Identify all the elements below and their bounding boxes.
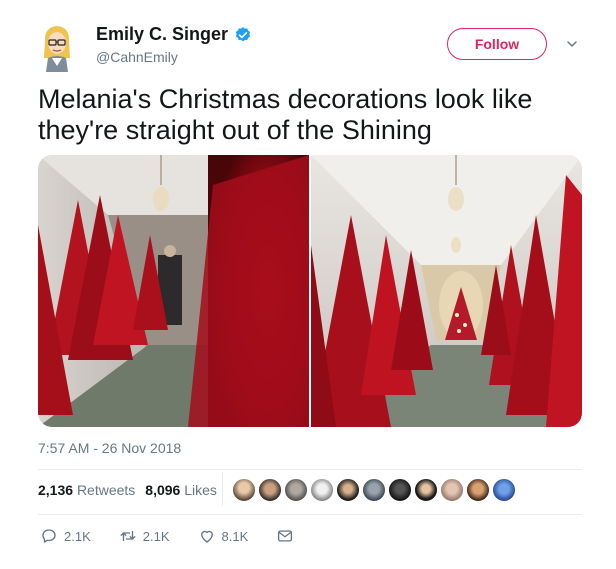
likes-stat[interactable]: 8,096 Likes (145, 482, 217, 498)
liker-avatar[interactable] (362, 478, 386, 502)
reply-count: 2.1K (64, 528, 91, 544)
author-name[interactable]: Emily C. Singer (96, 24, 228, 45)
avatar[interactable] (36, 22, 78, 72)
liker-avatar[interactable] (310, 478, 334, 502)
tweet-timestamp[interactable]: 7:57 AM - 26 Nov 2018 (38, 440, 181, 456)
author-handle[interactable]: @CahnEmily (96, 49, 178, 65)
message-icon[interactable] (276, 527, 294, 545)
liker-avatar[interactable] (232, 478, 256, 502)
retweet-count: 2.1K (142, 528, 170, 544)
engagement-stats: 2,136 Retweets 8,096 Likes (38, 482, 217, 498)
liker-avatar[interactable] (388, 478, 412, 502)
like-icon[interactable] (198, 527, 216, 545)
liker-avatar[interactable] (466, 478, 490, 502)
author-name-row[interactable]: Emily C. Singer (96, 24, 252, 45)
stats-separator (222, 472, 223, 506)
tweet-text: Melania's Christmas decorations look lik… (38, 84, 533, 145)
divider (38, 514, 582, 515)
liker-avatar[interactable] (258, 478, 282, 502)
reply-action[interactable]: 2.1K (40, 527, 91, 545)
liker-avatars[interactable] (232, 478, 516, 502)
chevron-down-icon[interactable] (566, 38, 578, 50)
like-action[interactable]: 8.1K (198, 527, 249, 545)
follow-button[interactable]: Follow (447, 28, 547, 60)
retweet-action[interactable]: 2.1K (119, 527, 170, 545)
liker-avatar[interactable] (336, 478, 360, 502)
tweet-media[interactable] (38, 155, 582, 427)
divider (38, 469, 582, 470)
tweet-actions: 2.1K 2.1K 8.1K (40, 527, 322, 545)
liker-avatar[interactable] (492, 478, 516, 502)
message-action[interactable] (276, 527, 294, 545)
like-count: 8.1K (221, 528, 249, 544)
retweet-icon[interactable] (119, 527, 137, 545)
liker-avatar[interactable] (414, 478, 438, 502)
liker-avatar[interactable] (440, 478, 464, 502)
media-image-left[interactable] (38, 155, 309, 427)
media-image-right[interactable] (311, 155, 582, 427)
liker-avatar[interactable] (284, 478, 308, 502)
reply-icon[interactable] (40, 527, 58, 545)
verified-badge-icon (235, 26, 251, 41)
retweets-stat[interactable]: 2,136 Retweets (38, 482, 135, 498)
